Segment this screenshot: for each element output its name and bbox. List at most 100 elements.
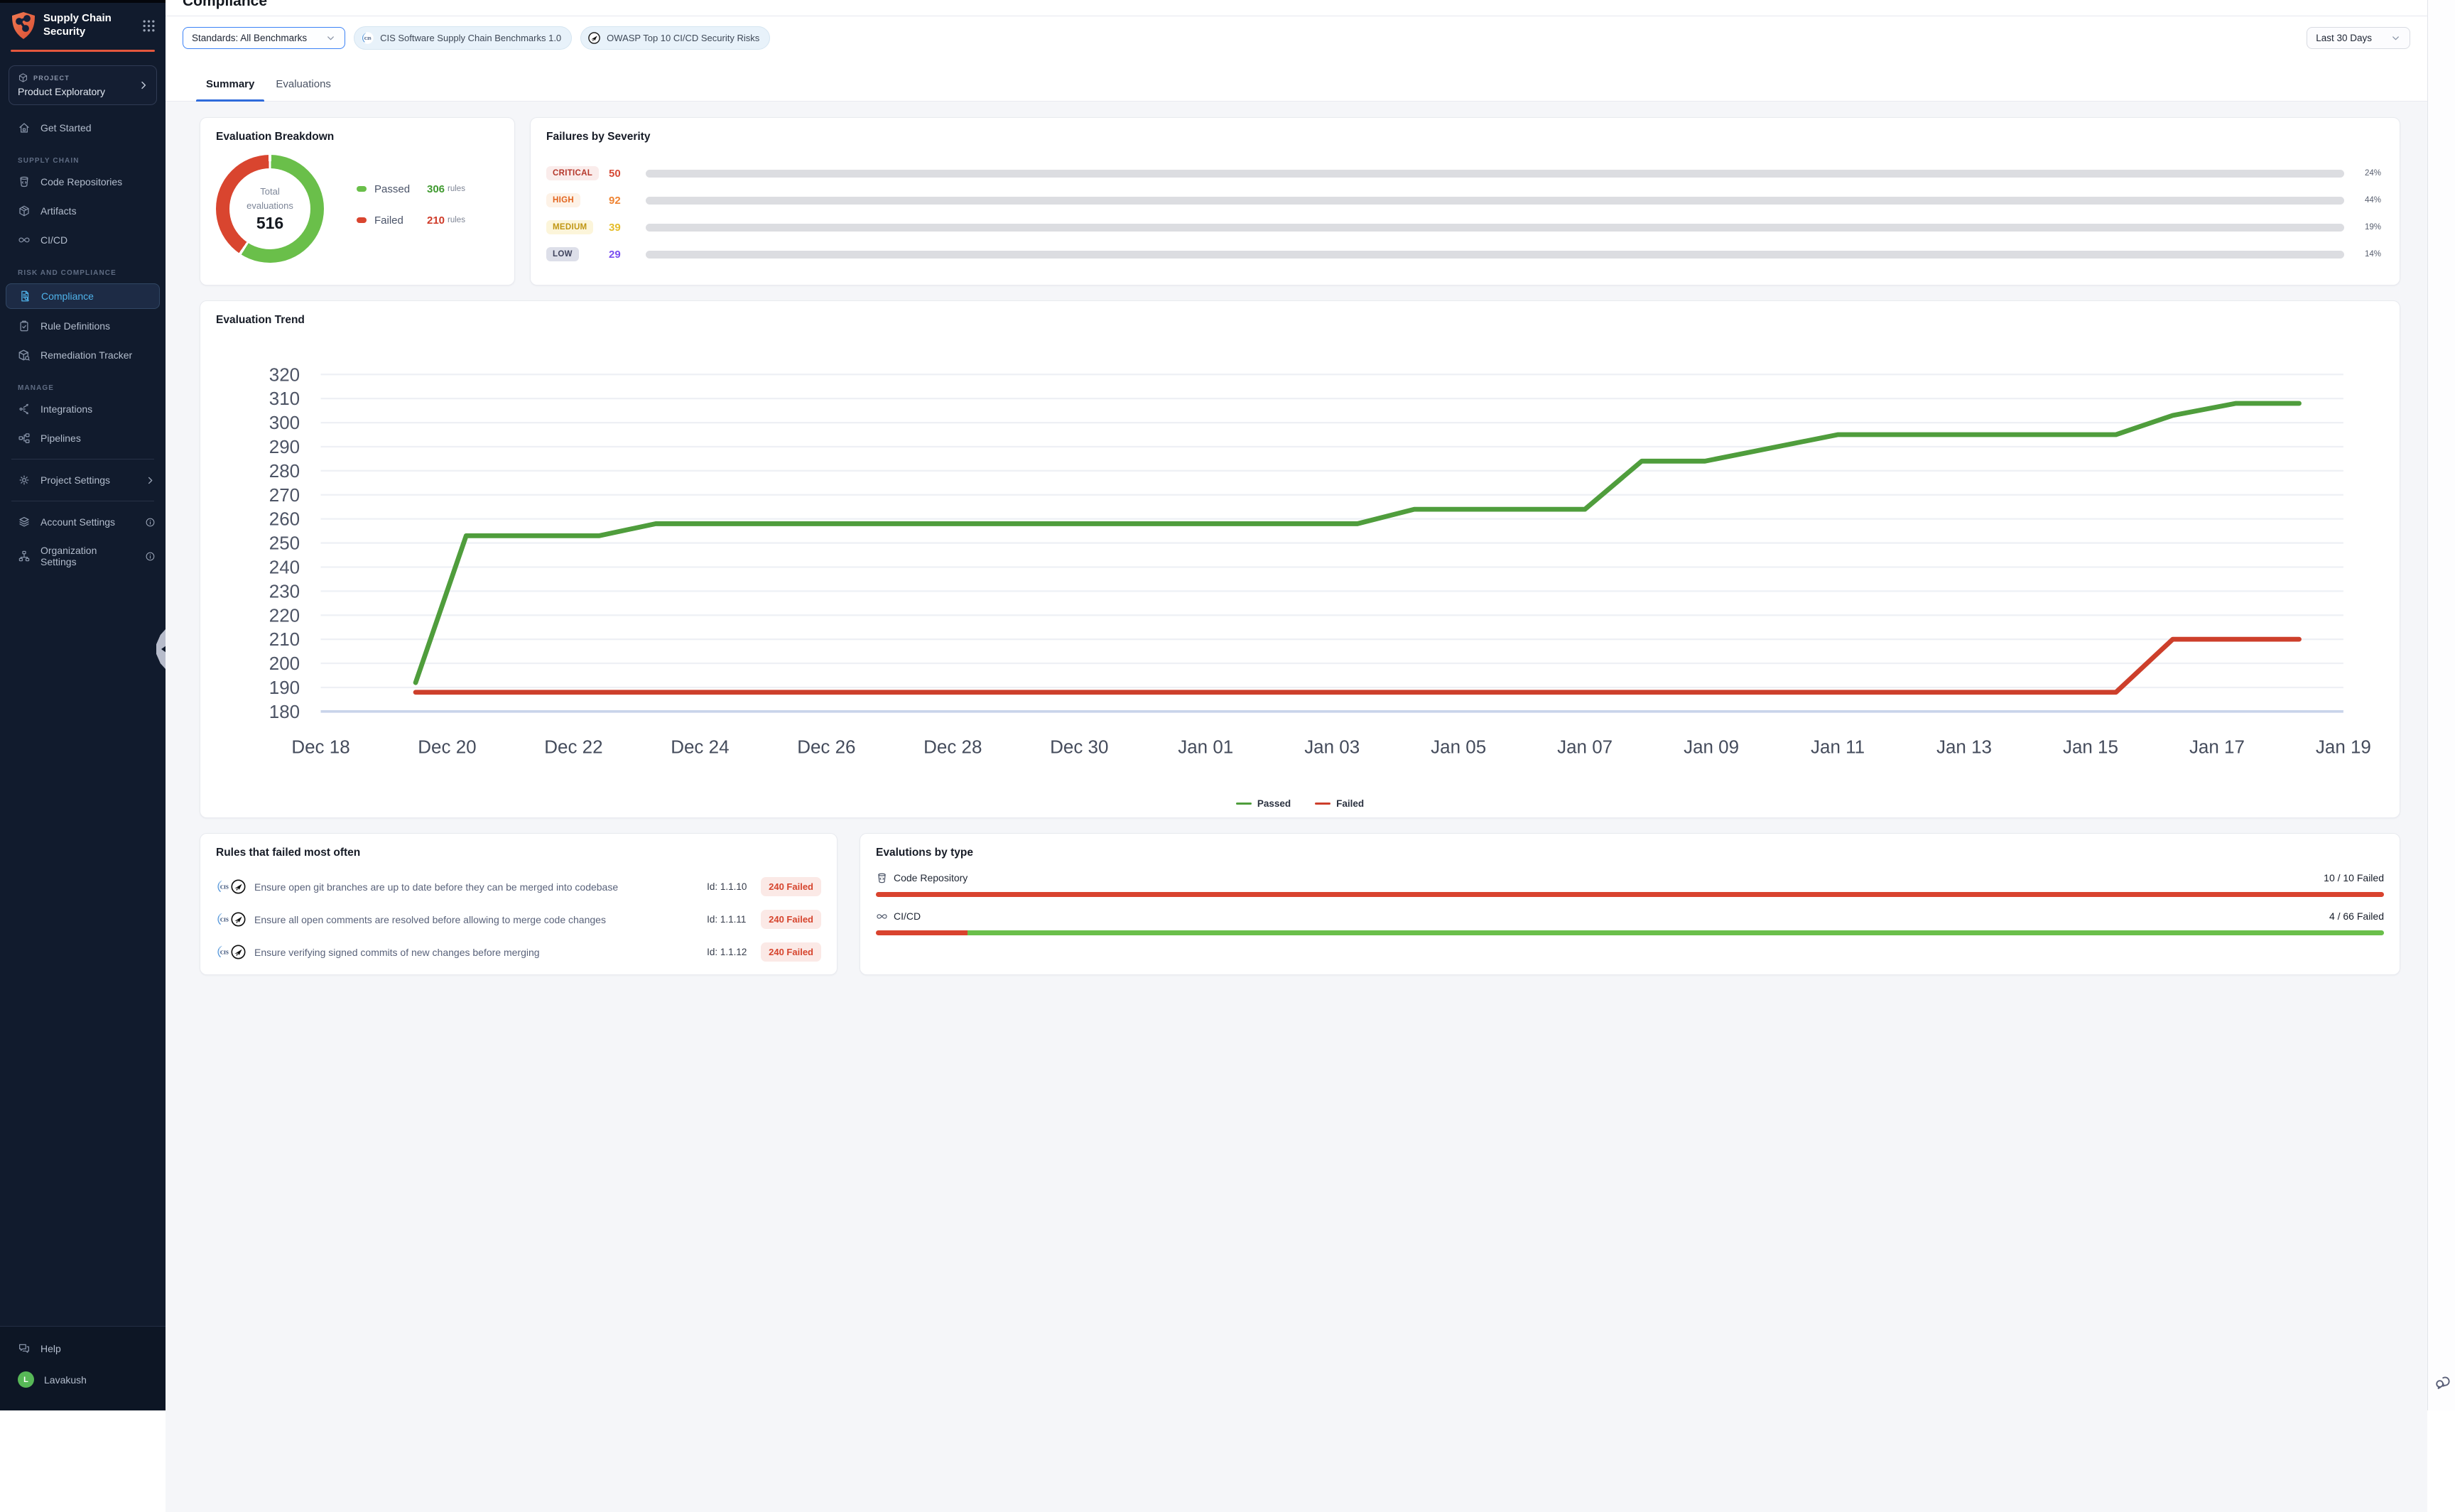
app-switcher-icon[interactable] xyxy=(142,19,156,33)
svg-text:280: 280 xyxy=(269,460,300,482)
trend-legend: Passed Failed xyxy=(200,798,2400,809)
owasp-logo-icon xyxy=(230,944,246,960)
sidebar-item-label: Code Repositories xyxy=(40,176,122,187)
total-evaluations-value: 516 xyxy=(256,214,283,233)
section-manage: MANAGE xyxy=(0,372,166,397)
sidebar-item-rule-definitions[interactable]: Rule Definitions xyxy=(0,314,166,338)
svg-text:Jan 07: Jan 07 xyxy=(1557,736,1613,758)
project-name: Product Exploratory xyxy=(18,86,148,97)
chip-label: CIS Software Supply Chain Benchmarks 1.0 xyxy=(380,33,561,43)
sidebar: Supply ChainSecurity PROJECT Product Exp… xyxy=(0,0,166,1410)
sidebar-nav: Get Started SUPPLY CHAIN Code Repositori… xyxy=(0,116,166,573)
feedback-chat-icon[interactable] xyxy=(2434,1374,2451,1391)
info-icon xyxy=(145,551,156,562)
failed-swatch xyxy=(357,217,367,223)
svg-text:240: 240 xyxy=(269,556,300,577)
sidebar-item-remediation-tracker[interactable]: Remediation Tracker xyxy=(0,343,166,367)
sidebar-item-help[interactable]: Help xyxy=(0,1337,166,1361)
chevron-right-icon xyxy=(138,80,149,91)
svg-text:300: 300 xyxy=(269,412,300,433)
integrations-icon xyxy=(18,403,31,415)
rules-failed-most-card: Rules that failed most often CIS Ensure … xyxy=(200,833,838,975)
svg-text:200: 200 xyxy=(269,653,300,674)
severity-badge: HIGH xyxy=(546,193,580,207)
card-title: Failures by Severity xyxy=(546,131,2384,143)
card-title: Evaluation Breakdown xyxy=(216,131,499,143)
tab-bar: Summary Evaluations xyxy=(166,71,2427,102)
sidebar-item-artifacts[interactable]: Artifacts xyxy=(0,199,166,223)
chip-owasp-top10[interactable]: OWASP Top 10 CI/CD Security Risks xyxy=(580,26,770,50)
sidebar-item-label: Remediation Tracker xyxy=(40,349,132,361)
sidebar-item-cicd[interactable]: CI/CD xyxy=(0,228,166,252)
sidebar-item-integrations[interactable]: Integrations xyxy=(0,397,166,421)
clipboard-check-icon xyxy=(18,320,31,332)
evaluation-trend-card: Evaluation Trend 18019020021022023024025… xyxy=(200,300,2400,818)
legend-passed: Passed 306 rules xyxy=(357,183,499,195)
sidebar-item-label: Help xyxy=(40,1343,61,1354)
brand: Supply ChainSecurity xyxy=(0,3,166,45)
chip-cis-benchmark[interactable]: CIS CIS Software Supply Chain Benchmarks… xyxy=(354,26,572,50)
card-title: Evaluation Trend xyxy=(216,314,2384,327)
svg-text:Jan 13: Jan 13 xyxy=(1936,736,1992,758)
sidebar-item-pipelines[interactable]: Pipelines xyxy=(0,426,166,450)
svg-text:310: 310 xyxy=(269,388,300,409)
severity-badge: CRITICAL xyxy=(546,166,599,180)
user-menu[interactable]: L Lavakush xyxy=(0,1366,166,1393)
sidebar-item-compliance[interactable]: Compliance xyxy=(6,283,160,309)
code-repository-icon xyxy=(18,175,31,188)
card-title: Evalutions by type xyxy=(876,847,2384,859)
svg-text:Dec 28: Dec 28 xyxy=(923,736,982,758)
legend-failed: Failed 210 rules xyxy=(357,214,499,227)
severity-percent: 19% xyxy=(2357,223,2381,232)
failed-count-badge: 240 Failed xyxy=(761,877,821,896)
sidebar-item-organization-settings[interactable]: Organization Settings xyxy=(0,539,166,573)
sidebar-item-get-started[interactable]: Get Started xyxy=(0,116,166,140)
right-gutter xyxy=(2427,0,2455,1410)
infinity-icon xyxy=(18,234,31,246)
severity-bar xyxy=(646,197,2344,205)
type-row-cicd: CI/CD 4 / 66 Failed xyxy=(876,910,2384,935)
owasp-logo-icon xyxy=(230,911,246,928)
section-risk-compliance: RISK AND COMPLIANCE xyxy=(0,257,166,282)
tab-evaluations[interactable]: Evaluations xyxy=(276,71,331,101)
sidebar-item-project-settings[interactable]: Project Settings xyxy=(0,468,166,492)
failures-by-severity-card: Failures by Severity CRITICAL 50 24% HIG… xyxy=(530,117,2400,285)
chevron-down-icon xyxy=(2390,33,2401,43)
evaluation-breakdown-card: Evaluation Breakdown Total evaluations 5… xyxy=(200,117,515,285)
sidebar-collapse-handle[interactable] xyxy=(156,629,166,669)
evaluations-by-type-card: Evalutions by type Code Repository 10 / … xyxy=(860,833,2400,975)
severity-percent: 14% xyxy=(2357,250,2381,259)
tab-summary[interactable]: Summary xyxy=(206,71,254,101)
svg-text:190: 190 xyxy=(269,677,300,698)
date-range-value: Last 30 Days xyxy=(2316,33,2372,43)
rule-row[interactable]: CIS Ensure open git branches are up to d… xyxy=(216,871,821,903)
card-title: Rules that failed most often xyxy=(216,847,821,859)
date-range-dropdown[interactable]: Last 30 Days xyxy=(2307,27,2410,49)
rule-row[interactable]: CIS Ensure verifying signed commits of n… xyxy=(216,936,821,969)
severity-count: 39 xyxy=(609,222,646,234)
project-selector[interactable]: PROJECT Product Exploratory xyxy=(9,65,157,105)
svg-text:Jan 03: Jan 03 xyxy=(1304,736,1360,758)
standards-filter-dropdown[interactable]: Standards: All Benchmarks xyxy=(183,27,345,49)
rule-row[interactable]: CIS Ensure all open comments are resolve… xyxy=(216,903,821,936)
svg-text:320: 320 xyxy=(269,364,300,385)
code-repository-icon xyxy=(876,872,888,884)
sidebar-item-label: Project Settings xyxy=(40,474,110,486)
svg-text:Dec 26: Dec 26 xyxy=(797,736,855,758)
info-icon xyxy=(145,517,156,528)
rule-text: Ensure all open comments are resolved be… xyxy=(254,914,707,925)
svg-text:Jan 19: Jan 19 xyxy=(2316,736,2371,758)
sidebar-item-label: Integrations xyxy=(40,403,92,415)
type-failed-ratio: 10 / 10 Failed xyxy=(2324,872,2384,883)
svg-text:Dec 30: Dec 30 xyxy=(1050,736,1108,758)
svg-text:250: 250 xyxy=(269,533,300,554)
sidebar-item-account-settings[interactable]: Account Settings xyxy=(0,510,166,534)
svg-text:230: 230 xyxy=(269,580,300,602)
sidebar-item-code-repositories[interactable]: Code Repositories xyxy=(0,170,166,194)
rule-text: Ensure verifying signed commits of new c… xyxy=(254,947,707,958)
app-logo-shield-icon xyxy=(11,11,36,40)
project-cube-icon xyxy=(18,72,28,83)
svg-text:260: 260 xyxy=(269,508,300,530)
sidebar-item-label: Artifacts xyxy=(40,205,77,217)
type-failed-ratio: 4 / 66 Failed xyxy=(2329,910,2384,922)
